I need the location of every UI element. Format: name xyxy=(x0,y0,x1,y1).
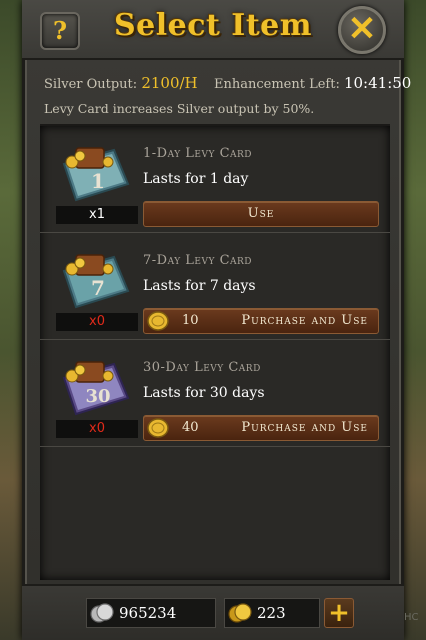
purchase-and-use-button[interactable]: 10 Purchase and Use xyxy=(143,308,379,334)
enhancement-left: Enhancement Left: 10:41:50 xyxy=(214,74,411,92)
silver-amount: 965234 xyxy=(119,604,177,622)
item-name: 7-Day Levy Card xyxy=(143,253,253,268)
item-count: x0 xyxy=(56,420,138,438)
help-button[interactable]: ? xyxy=(40,12,80,50)
item-description: Lasts for 1 day xyxy=(143,171,249,187)
levy-card-icon: 30 xyxy=(62,361,130,416)
silver-output-label: Silver Output: xyxy=(44,77,138,92)
gold-coin-icon xyxy=(228,603,252,623)
list-item: 7 x0 7-Day Levy Card Lasts for 7 days 10… xyxy=(40,233,390,340)
gold-balance: 223 xyxy=(224,598,320,628)
levy-card-icon: 7 xyxy=(62,254,130,309)
card-number-label: 1 xyxy=(91,169,105,193)
add-gold-button[interactable]: + xyxy=(324,598,354,628)
enhancement-label: Enhancement Left: xyxy=(214,77,340,92)
item-description: Lasts for 30 days xyxy=(143,385,265,401)
purchase-button-label: Purchase and Use xyxy=(241,420,368,435)
silver-output-value: 2100/H xyxy=(141,74,198,92)
enhancement-timer: 10:41:50 xyxy=(343,74,412,92)
levy-card-icon: 1 xyxy=(62,147,130,202)
close-button[interactable]: ✕ xyxy=(338,6,386,54)
item-name: 1-Day Levy Card xyxy=(143,146,253,161)
list-item: 1 x1 1-Day Levy Card Lasts for 1 day Use xyxy=(40,126,390,233)
levy-description: Levy Card increases Silver output by 50%… xyxy=(44,101,315,116)
item-price: 40 xyxy=(182,420,199,435)
item-price: 10 xyxy=(182,313,199,328)
silver-output: Silver Output: 2100/H xyxy=(44,74,198,92)
gold-coin-icon xyxy=(147,418,169,438)
purchase-and-use-button[interactable]: 40 Purchase and Use xyxy=(143,415,379,441)
item-list: 1 x1 1-Day Levy Card Lasts for 1 day Use… xyxy=(40,124,390,580)
card-number-label: 7 xyxy=(91,276,105,300)
purchase-button-label: Purchase and Use xyxy=(241,313,368,328)
item-name: 30-Day Levy Card xyxy=(143,360,261,375)
use-button-label: Use xyxy=(247,206,275,221)
item-count: x0 xyxy=(56,313,138,331)
item-count: x1 xyxy=(56,206,138,224)
gold-amount: 223 xyxy=(257,604,286,622)
silver-balance: 965234 xyxy=(86,598,216,628)
gold-coin-icon xyxy=(147,311,169,331)
list-item: 30 x0 30-Day Levy Card Lasts for 30 days… xyxy=(40,340,390,447)
item-description: Lasts for 7 days xyxy=(143,278,256,294)
card-number-label: 30 xyxy=(85,386,110,407)
use-button[interactable]: Use xyxy=(143,201,379,227)
corner-tag: HC xyxy=(404,612,419,623)
silver-coin-icon xyxy=(90,603,114,623)
